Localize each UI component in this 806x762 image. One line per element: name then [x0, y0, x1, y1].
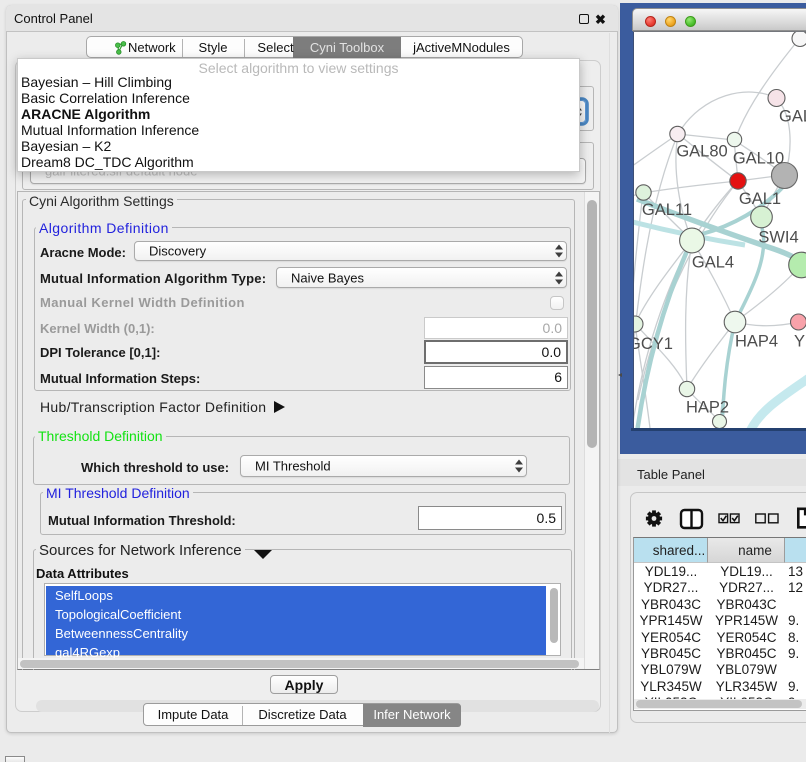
svg-text:HAP2: HAP2	[686, 399, 729, 417]
svg-text:GAL80: GAL80	[676, 143, 727, 161]
svg-text:GAL1: GAL1	[739, 190, 781, 208]
svg-text:GAL4: GAL4	[692, 254, 734, 272]
svg-text:GAL10: GAL10	[733, 150, 784, 168]
svg-text:YM: YM	[794, 333, 806, 351]
svg-text:GAL7: GAL7	[779, 108, 806, 126]
svg-text:GCY1: GCY1	[633, 335, 673, 353]
svg-text:GAL11: GAL11	[642, 201, 692, 219]
svg-text:SWI4: SWI4	[758, 229, 798, 247]
svg-text:HAP4: HAP4	[735, 333, 778, 351]
